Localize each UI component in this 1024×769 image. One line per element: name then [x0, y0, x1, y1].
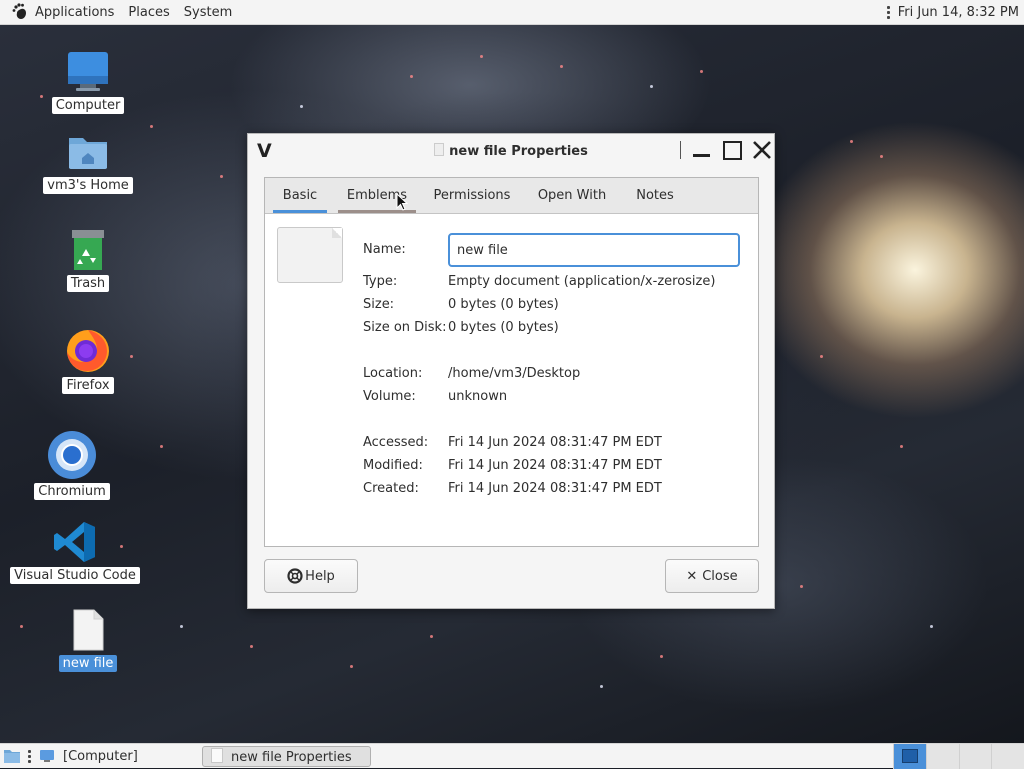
tab-bar: Basic Emblems Permissions Open With Note…: [265, 178, 758, 214]
desktop-icon-chromium[interactable]: Chromium: [34, 430, 110, 500]
desktop-icon-home[interactable]: vm3's Home: [43, 130, 133, 194]
created-label: Created:: [363, 481, 419, 496]
size-label: Size:: [363, 297, 395, 312]
document-icon: [73, 609, 104, 651]
desktop-icon-computer[interactable]: Computer: [51, 50, 125, 114]
chromium-icon: [48, 431, 96, 479]
accessed-label: Accessed:: [363, 435, 429, 450]
clock[interactable]: Fri Jun 14, 8:32 PM: [898, 5, 1019, 20]
desktop-icon-label: Visual Studio Code: [10, 567, 140, 584]
tab-open-with[interactable]: Open With: [531, 178, 613, 213]
location-label: Location:: [363, 366, 423, 381]
places-menu[interactable]: Places: [125, 5, 172, 20]
firefox-icon: [67, 330, 109, 372]
name-input[interactable]: [448, 233, 740, 267]
document-icon: [211, 748, 223, 763]
workspace-3[interactable]: [959, 744, 992, 769]
desktop-icon-label: Firefox: [62, 377, 114, 394]
desktop-icon-label: Trash: [66, 275, 110, 292]
top-panel: Applications Places System Fri Jun 14, 8…: [0, 0, 1024, 25]
applications-menu[interactable]: Applications: [32, 5, 117, 20]
titlebar-separator: [680, 141, 681, 159]
help-button-label: Help: [305, 568, 335, 584]
size-on-disk-label: Size on Disk:: [363, 320, 447, 335]
desktop-icon-firefox[interactable]: Firefox: [53, 326, 123, 394]
location-value: /home/vm3/Desktop: [448, 366, 581, 381]
help-icon: [287, 568, 303, 584]
properties-notebook: Basic Emblems Permissions Open With Note…: [264, 177, 759, 547]
workspace-1[interactable]: [893, 744, 926, 769]
panel-handle-icon[interactable]: [886, 6, 890, 19]
task-properties[interactable]: new file Properties: [202, 746, 371, 767]
desktop-icon-label: Chromium: [34, 483, 110, 500]
created-value: Fri 14 Jun 2024 08:31:47 PM EDT: [448, 481, 662, 496]
computer-icon: [68, 52, 108, 91]
desktop-icon-new-file[interactable]: new file: [53, 608, 123, 672]
name-label: Name:: [363, 242, 406, 257]
trash-icon: [72, 230, 104, 270]
tab-basic[interactable]: Basic: [273, 178, 327, 213]
task-computer[interactable]: [Computer]: [59, 746, 142, 767]
modified-label: Modified:: [363, 458, 423, 473]
tab-permissions[interactable]: Permissions: [427, 178, 517, 213]
dialog-title: new file Properties: [449, 144, 588, 159]
taskbar-handle-icon[interactable]: [28, 750, 31, 763]
document-icon: [434, 143, 445, 156]
modified-value: Fri 14 Jun 2024 08:31:47 PM EDT: [448, 458, 662, 473]
system-menu[interactable]: System: [181, 5, 235, 20]
maximize-button[interactable]: [720, 138, 744, 162]
vscode-icon: [54, 522, 95, 562]
desktop-icon-vscode[interactable]: Visual Studio Code: [10, 520, 140, 584]
workspace-2[interactable]: [926, 744, 959, 769]
close-button-label: Close: [702, 568, 738, 584]
desktop-icon-label: vm3's Home: [43, 177, 133, 194]
desktop-icon-label: new file: [58, 655, 118, 672]
volume-label: Volume:: [363, 389, 416, 404]
desktop-icon-trash[interactable]: Trash: [53, 228, 123, 292]
type-label: Type:: [363, 274, 398, 289]
volume-value: unknown: [448, 389, 508, 404]
bottom-panel: [Computer] new file Properties: [0, 743, 1024, 769]
task-properties-label: new file Properties: [231, 750, 352, 765]
show-desktop-icon[interactable]: [3, 748, 21, 764]
close-icon[interactable]: [750, 138, 774, 162]
home-folder-icon: [69, 138, 107, 169]
desktop-icon-label: Computer: [51, 97, 125, 114]
properties-dialog: V new file Properties Basic Emblems Perm…: [247, 133, 775, 609]
tab-notes[interactable]: Notes: [627, 178, 683, 213]
accessed-value: Fri 14 Jun 2024 08:31:47 PM EDT: [448, 435, 662, 450]
workspace-4[interactable]: [991, 744, 1024, 769]
gnome-foot-icon[interactable]: [12, 3, 28, 21]
computer-icon: [40, 750, 54, 762]
close-x-icon: ✕: [686, 568, 698, 584]
close-button[interactable]: ✕ Close: [665, 559, 759, 593]
file-icon-button[interactable]: [277, 227, 343, 283]
minimize-button[interactable]: [690, 138, 714, 162]
size-value: 0 bytes (0 bytes): [448, 297, 559, 312]
type-value: Empty document (application/x-zerosize): [448, 274, 716, 289]
size-on-disk-value: 0 bytes (0 bytes): [448, 320, 559, 335]
help-button[interactable]: Help: [264, 559, 358, 593]
dialog-titlebar[interactable]: V new file Properties: [248, 134, 774, 168]
mouse-cursor-icon: [396, 193, 408, 211]
